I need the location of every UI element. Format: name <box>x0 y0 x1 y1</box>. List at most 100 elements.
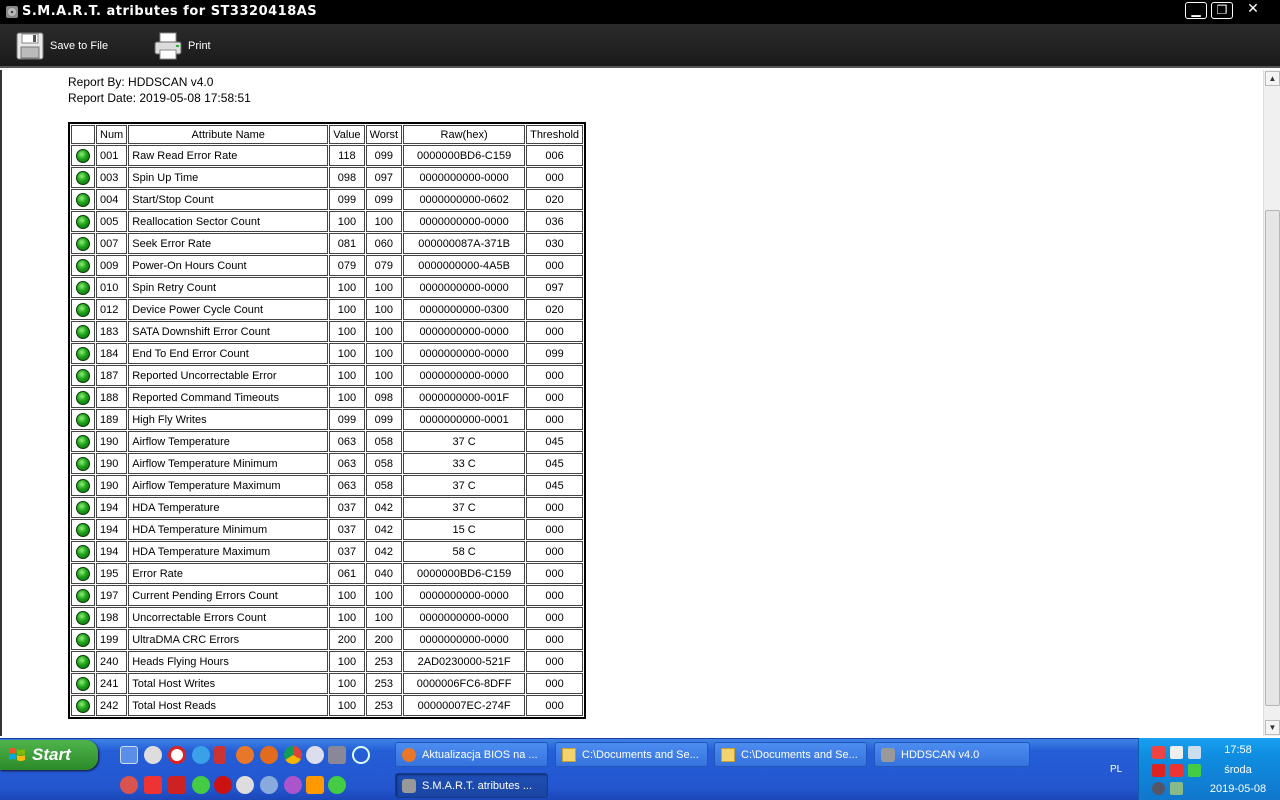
attribute-threshold: 006 <box>526 145 584 166</box>
phone-icon[interactable] <box>144 746 162 764</box>
attribute-name: UltraDMA CRC Errors <box>128 629 329 650</box>
chrome-icon[interactable] <box>284 746 302 764</box>
antivirus-tray-icon[interactable] <box>1170 764 1183 777</box>
attribute-raw: 00000007EC-274F <box>403 695 526 716</box>
status-ok-icon <box>76 698 90 713</box>
attribute-raw: 58 C <box>403 541 526 562</box>
monitor-tray-icon[interactable] <box>1188 746 1201 759</box>
dx-icon[interactable] <box>144 776 162 794</box>
attribute-name: Uncorrectable Errors Count <box>128 607 329 628</box>
tool-icon[interactable] <box>236 776 254 794</box>
scroll-thumb[interactable] <box>1265 210 1280 706</box>
attribute-num: 189 <box>96 409 128 430</box>
attribute-raw: 0000000BD6-C159 <box>403 145 526 166</box>
attribute-worst: 058 <box>365 453 403 474</box>
attribute-name: Device Power Cycle Count <box>128 299 329 320</box>
firefox-icon <box>402 747 416 762</box>
report-view[interactable]: Report By: HDDSCAN v4.0 Report Date: 201… <box>0 70 1263 736</box>
printer-tray-icon[interactable] <box>1170 746 1183 759</box>
minimize-button[interactable]: ▁ <box>1185 2 1207 19</box>
network-icon[interactable] <box>328 746 346 764</box>
cd-icon[interactable] <box>260 776 278 794</box>
save-to-file-button[interactable]: Save to File <box>14 30 108 62</box>
info-icon[interactable] <box>328 776 346 794</box>
attribute-threshold: 020 <box>526 189 584 210</box>
internet-explorer-icon[interactable] <box>192 746 210 764</box>
status-cell <box>71 167 95 188</box>
attribute-num: 199 <box>96 629 128 650</box>
attribute-raw: 0000000000-0000 <box>403 607 526 628</box>
vertical-scrollbar[interactable]: ▲ ▼ <box>1263 70 1280 736</box>
clock-time[interactable]: 17:58 <box>1203 744 1273 756</box>
network-tray-icon[interactable] <box>1152 746 1165 759</box>
table-row: 198 Uncorrectable Errors Count 100 100 00000… <box>71 607 584 628</box>
task-smart-attributes[interactable]: S.M.A.R.T. atributes ... <box>395 773 548 798</box>
security-tray-icon[interactable] <box>1152 782 1165 795</box>
volume-tray-icon[interactable] <box>1170 782 1183 795</box>
attribute-name: End To End Error Count <box>128 343 329 364</box>
report-by-text: Report By: HDDSCAN v4.0 <box>68 75 214 89</box>
attribute-value: 100 <box>329 651 365 672</box>
attribute-num: 190 <box>96 453 128 474</box>
task-label: C:\Documents and Se... <box>741 748 858 761</box>
start-label: Start <box>32 745 71 764</box>
table-row: 001 Raw Read Error Rate 118 099 0000000BD6-C… <box>71 145 584 166</box>
nvidia-tray-icon[interactable] <box>1188 764 1201 777</box>
task-documents-1[interactable]: C:\Documents and Se... <box>555 742 708 767</box>
attribute-name: Spin Up Time <box>128 167 329 188</box>
status-ok-icon <box>76 610 90 625</box>
task-aktualizacja-bios[interactable]: Aktualizacja BIOS na ... <box>395 742 548 767</box>
table-row: 240 Heads Flying Hours 100 253 2AD0230000-52… <box>71 651 584 672</box>
shield-tray-icon[interactable] <box>1152 764 1165 777</box>
app-window: S.M.A.R.T. atributes for ST3320418AS ▁ ❐… <box>0 0 1280 800</box>
status-ok-icon <box>76 544 90 559</box>
status-ok-icon <box>76 522 90 537</box>
opera-icon[interactable] <box>168 746 186 764</box>
attribute-threshold: 000 <box>526 541 584 562</box>
attribute-value: 100 <box>329 585 365 606</box>
browser-icon[interactable] <box>120 776 138 794</box>
paint-icon[interactable] <box>284 776 302 794</box>
firefox-quicklaunch-icon[interactable] <box>236 746 254 764</box>
table-row: 190 Airflow Temperature 063 058 37 C 045 <box>71 431 584 452</box>
attribute-threshold: 030 <box>526 233 584 254</box>
attribute-num: 009 <box>96 255 128 276</box>
record-icon[interactable] <box>214 776 232 794</box>
table-row: 009 Power-On Hours Count 079 079 0000000000-… <box>71 255 584 276</box>
status-cell <box>71 585 95 606</box>
start-button[interactable]: Start <box>0 740 98 770</box>
show-desktop-icon[interactable] <box>120 746 138 764</box>
huawei-icon[interactable] <box>168 776 186 794</box>
attribute-worst: 042 <box>365 541 403 562</box>
task-hddscan[interactable]: HDDSCAN v4.0 <box>874 742 1030 767</box>
close-button[interactable]: ✕ <box>1242 2 1264 19</box>
task-documents-2[interactable]: C:\Documents and Se... <box>714 742 867 767</box>
attribute-threshold: 045 <box>526 475 584 496</box>
language-indicator[interactable]: PL <box>1110 764 1122 775</box>
status-cell <box>71 497 95 518</box>
ie-alt-icon[interactable] <box>306 776 324 794</box>
firefox-alt-icon[interactable] <box>260 746 278 764</box>
print-button[interactable]: Print <box>152 30 211 62</box>
attribute-num: 194 <box>96 519 128 540</box>
scroll-down-button[interactable]: ▼ <box>1265 720 1280 735</box>
attribute-threshold: 045 <box>526 431 584 452</box>
attribute-worst: 100 <box>365 607 403 628</box>
scroll-up-button[interactable]: ▲ <box>1265 71 1280 86</box>
attribute-raw: 2AD0230000-521F <box>403 651 526 672</box>
media-icon[interactable] <box>306 746 324 764</box>
attribute-num: 005 <box>96 211 128 232</box>
calculator-icon[interactable] <box>214 746 226 764</box>
window-title: S.M.A.R.T. atributes for ST3320418AS <box>22 4 318 19</box>
attribute-raw: 0000000BD6-C159 <box>403 563 526 584</box>
report-date-text: Report Date: 2019-05-08 17:58:51 <box>68 91 251 105</box>
attribute-threshold: 000 <box>526 673 584 694</box>
status-cell <box>71 475 95 496</box>
table-row: 189 High Fly Writes 099 099 0000000000-0001 0… <box>71 409 584 430</box>
search-icon[interactable] <box>352 746 370 764</box>
status-cell <box>71 233 95 254</box>
add-icon[interactable] <box>192 776 210 794</box>
title-bar[interactable]: S.M.A.R.T. atributes for ST3320418AS ▁ ❐… <box>0 0 1280 24</box>
status-ok-icon <box>76 214 90 229</box>
maximize-button[interactable]: ❐ <box>1211 2 1233 19</box>
